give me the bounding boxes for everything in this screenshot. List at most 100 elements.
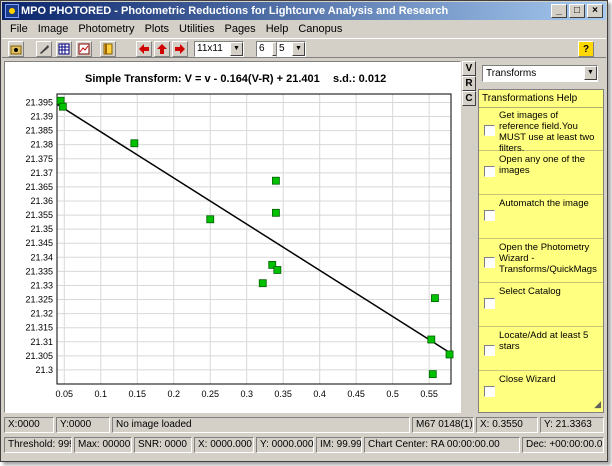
x-tick-label: 0.3 xyxy=(240,389,253,399)
data-point xyxy=(271,208,280,217)
menu-help[interactable]: Help xyxy=(261,21,294,38)
data-point xyxy=(428,370,437,379)
y-tick-label: 21.305 xyxy=(25,351,53,361)
table-icon xyxy=(58,43,70,55)
plot-area[interactable]: Simple Transform: V = v - 0.164(V-R) + 2… xyxy=(4,61,461,413)
data-point xyxy=(445,350,454,359)
grid-view-button[interactable] xyxy=(56,41,72,57)
title-bar[interactable]: MPO PHOTORED - Photometric Reductions fo… xyxy=(2,2,606,20)
help-step: Close Wizard xyxy=(479,371,603,411)
chevron-down-icon[interactable]: ▼ xyxy=(230,42,243,56)
step-checkbox[interactable] xyxy=(484,166,495,177)
side-tabs: V R C xyxy=(462,61,476,413)
aperture-select[interactable]: 11x11 ▼ xyxy=(194,41,244,57)
menu-image[interactable]: Image xyxy=(33,21,74,38)
step-text: Get images of reference field.You MUST u… xyxy=(499,110,595,154)
transform-help-list: Transformations Help Get images of refer… xyxy=(478,89,604,413)
step-text: Close Wizard xyxy=(499,374,556,385)
star-x: X: 0.3550 xyxy=(476,417,538,433)
chart-sd-label: s.d.: 0.012 xyxy=(333,73,386,85)
snr-value: SNR: 0000 xyxy=(134,437,192,453)
folder-star-icon xyxy=(10,45,22,55)
y-tick-label: 21.345 xyxy=(25,238,53,248)
y-tick-label: 21.315 xyxy=(25,323,53,333)
maximize-button[interactable]: □ xyxy=(569,4,585,18)
cursor-y: Y:0000 xyxy=(56,417,110,433)
help-step: Open the Photometry Wizard - Transforms/… xyxy=(479,239,603,283)
y-tick-label: 21.32 xyxy=(30,309,53,319)
step-checkbox[interactable] xyxy=(484,210,495,221)
step-checkbox[interactable] xyxy=(484,345,495,356)
gap-value: 6 xyxy=(259,43,265,54)
menu-photometry[interactable]: Photometry xyxy=(73,21,139,38)
settings-button[interactable] xyxy=(36,41,52,57)
annulus-select[interactable]: 5 ▼ xyxy=(276,41,306,57)
x-tick-label: 0.05 xyxy=(56,389,74,399)
step-checkbox[interactable] xyxy=(484,257,495,268)
close-button[interactable]: × xyxy=(587,4,603,18)
main-window: MPO PHOTORED - Photometric Reductions fo… xyxy=(0,0,608,462)
help-step: Get images of reference field.You MUST u… xyxy=(479,107,603,154)
help-button[interactable]: ? xyxy=(578,41,594,57)
step-text: Select Catalog xyxy=(499,286,561,297)
help-panel: Transforms ▼ Transformations Help Get im… xyxy=(478,61,605,413)
help-step: Select Catalog xyxy=(479,283,603,327)
step-checkbox[interactable] xyxy=(484,298,495,309)
y-tick-label: 21.34 xyxy=(30,252,53,262)
arrow-right-icon xyxy=(175,44,185,54)
tab-v[interactable]: V xyxy=(462,61,476,76)
step-text: Open any one of the images xyxy=(499,154,586,176)
data-point xyxy=(273,266,282,274)
arrow-left-icon xyxy=(139,44,149,54)
aperture-value: 11x11 xyxy=(197,43,223,54)
threshold-value: Threshold: 999 xyxy=(4,437,72,453)
annulus-value: 5 xyxy=(279,43,285,54)
y-tick-label: 21.355 xyxy=(25,210,53,220)
minimize-button[interactable]: _ xyxy=(551,4,567,18)
up-button[interactable] xyxy=(154,41,170,57)
help-topic-select[interactable]: Transforms ▼ xyxy=(482,65,598,82)
y-tick-label: 21.385 xyxy=(25,126,53,136)
help-title: Transformations Help xyxy=(479,90,603,108)
tab-r[interactable]: R xyxy=(462,76,476,91)
menu-plots[interactable]: Plots xyxy=(140,21,174,38)
menu-file[interactable]: File xyxy=(5,21,33,38)
wrench-icon xyxy=(40,45,49,54)
chart-icon xyxy=(78,43,90,55)
cursor-x: X:0000 xyxy=(4,417,54,433)
y-tick-label: 21.335 xyxy=(25,266,53,276)
help-step: Open any one of the images xyxy=(479,151,603,195)
previous-button[interactable] xyxy=(136,41,152,57)
status-bar-bottom: Threshold: 999 Max: 00000 SNR: 0000 X: 0… xyxy=(2,436,606,454)
x-tick-label: 0.2 xyxy=(167,389,180,399)
step-checkbox[interactable] xyxy=(484,386,495,397)
menu-bar: File Image Photometry Plots Utilities Pa… xyxy=(2,21,606,38)
menu-pages[interactable]: Pages xyxy=(219,21,260,38)
tab-c[interactable]: C xyxy=(462,91,476,106)
y-tick-label: 21.36 xyxy=(30,196,53,206)
open-image-button[interactable] xyxy=(8,41,24,57)
step-text: Open the Photometry Wizard - Transforms/… xyxy=(499,242,597,275)
star-y: Y: 21.3363 xyxy=(540,417,604,433)
chevron-down-icon[interactable]: ▼ xyxy=(584,66,597,80)
step-text: Locate/Add at least 5 stars xyxy=(499,330,589,352)
status-message: No image loaded xyxy=(112,417,410,433)
toolbar: 11x11 ▼ 6 ▼ 5 ▼ ? xyxy=(2,38,606,58)
plot-view-button[interactable] xyxy=(76,41,92,57)
fit-line xyxy=(56,103,450,354)
y-tick-label: 21.325 xyxy=(25,295,53,305)
max-value: Max: 00000 xyxy=(74,437,132,453)
book-button[interactable] xyxy=(100,41,116,57)
step-checkbox[interactable] xyxy=(484,125,495,136)
next-button[interactable] xyxy=(172,41,188,57)
menu-utilities[interactable]: Utilities xyxy=(174,21,219,38)
chevron-down-icon[interactable]: ▼ xyxy=(292,42,305,56)
menu-canopus[interactable]: Canopus xyxy=(293,21,347,38)
y-tick-label: 21.35 xyxy=(30,224,53,234)
chart-title: Simple Transform: V = v - 0.164(V-R) + 2… xyxy=(85,73,320,85)
help-topic-value: Transforms xyxy=(486,68,537,79)
app-icon[interactable] xyxy=(5,4,19,18)
y-tick-label: 21.365 xyxy=(25,182,53,192)
resize-grip-icon[interactable]: ◢ xyxy=(594,399,601,410)
x-tick-label: 0.1 xyxy=(95,389,108,399)
